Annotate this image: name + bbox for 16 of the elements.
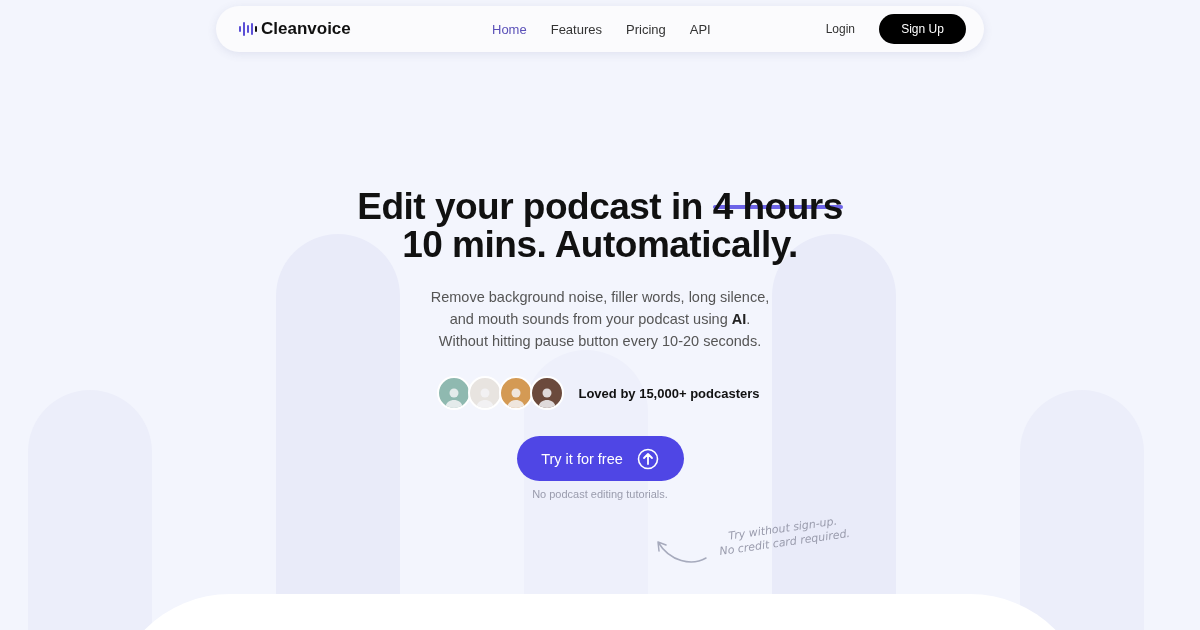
social-proof-text: Loved by 15,000+ podcasters	[578, 385, 760, 401]
sign-up-button[interactable]: Sign Up	[879, 14, 966, 44]
nav-link[interactable]: API	[689, 21, 711, 37]
handwritten-note: Try without sign-up. No credit card required.	[717, 513, 851, 559]
avatar-icon	[468, 376, 503, 410]
nav-link[interactable]: Home	[492, 21, 527, 37]
login-link[interactable]: Login	[825, 22, 855, 36]
avatar-icon	[437, 376, 472, 410]
sound-wave-icon	[238, 21, 258, 37]
up-arrow-circle-icon	[636, 447, 659, 470]
nav-link[interactable]: Features	[550, 21, 602, 37]
subtitle: Remove background noise, filler words, long silence, and mouth sounds from your podcast using AI. Without hitting pause button every 10-20 seconds.	[430, 288, 770, 351]
try-free-button[interactable]: Try it for free	[516, 436, 684, 481]
cta-note: No podcast editing tutorials.	[532, 488, 668, 500]
brand-name[interactable]: Cleanvoice	[261, 19, 351, 39]
nav-link[interactable]: Pricing	[626, 21, 666, 37]
